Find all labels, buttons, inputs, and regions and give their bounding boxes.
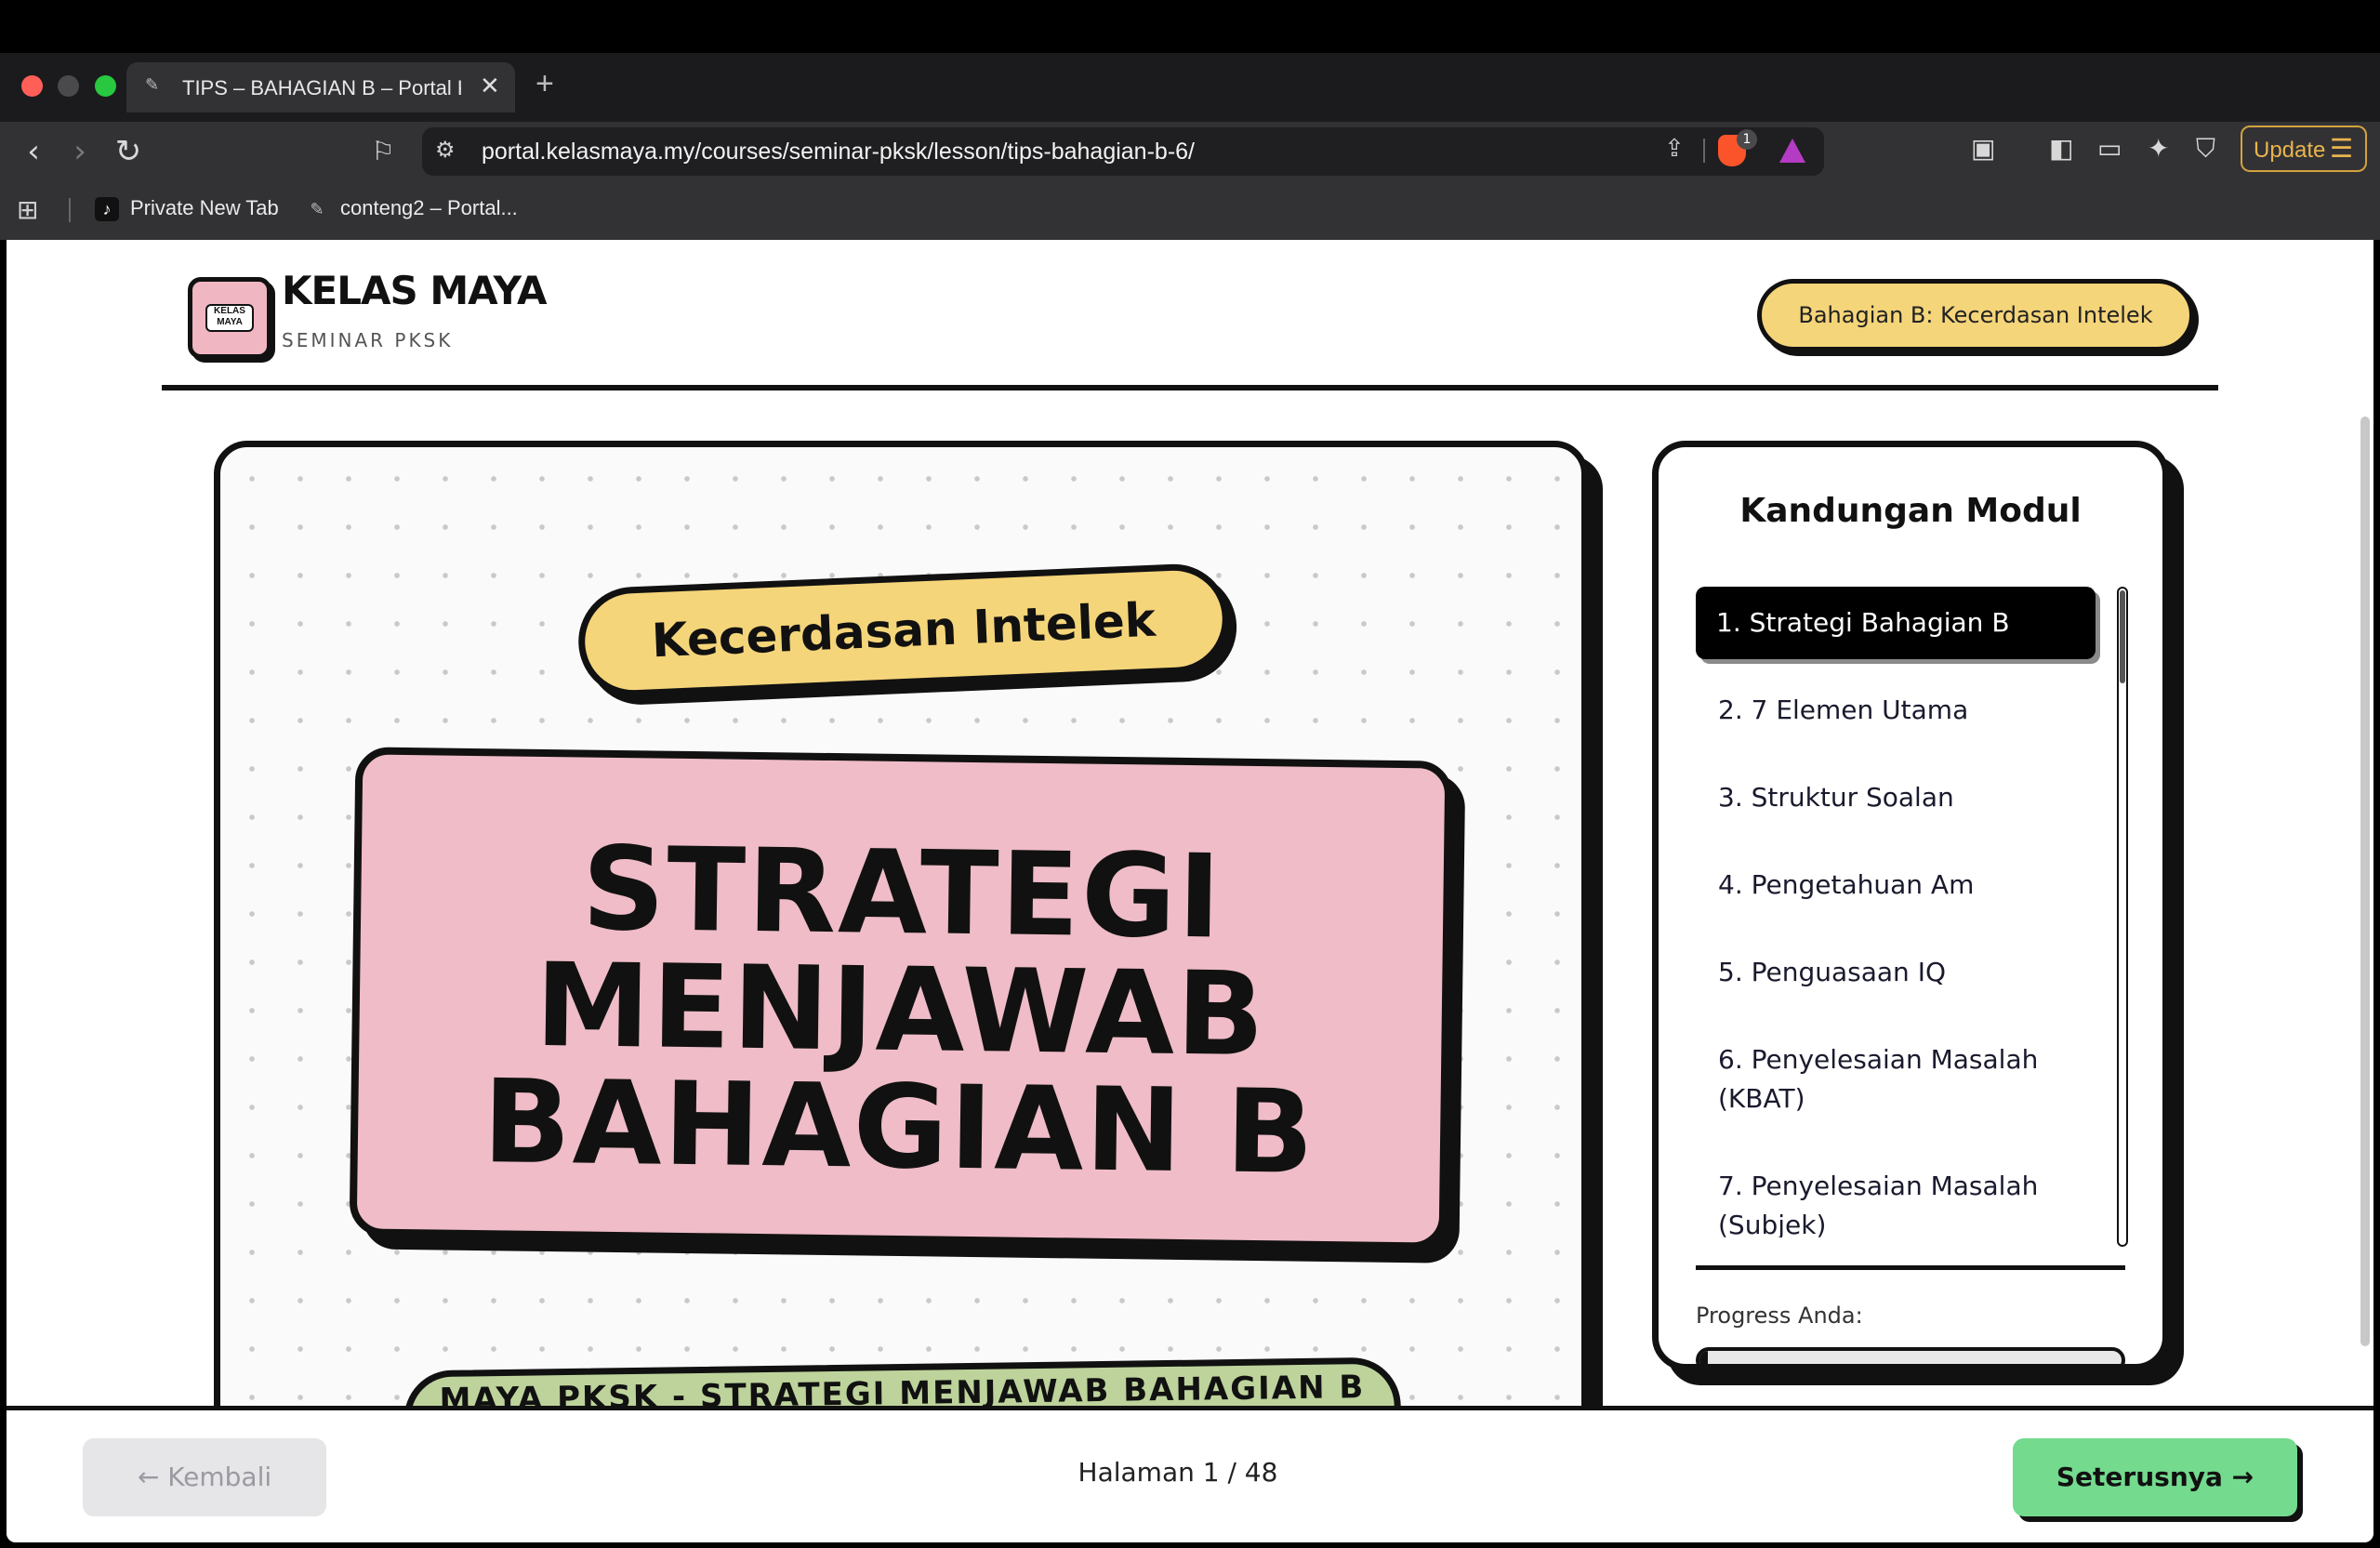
navigation-bar: ‹ › ↻ ⚐ ⚙ portal.kelasmaya.my/courses/se… xyxy=(0,122,2380,181)
wallet-icon[interactable]: ▭ xyxy=(2097,133,2122,164)
minimize-window-button[interactable] xyxy=(58,75,79,97)
kelas-maya-logo[interactable]: KELAS MAYA xyxy=(188,277,271,359)
toc-item-penguasaan-iq[interactable]: 5. Penguasaan IQ xyxy=(1696,953,2096,992)
module-contents-title: Kandungan Modul xyxy=(1739,492,2082,530)
fullscreen-window-button[interactable] xyxy=(95,75,116,97)
address-bar-divider xyxy=(1703,139,1705,163)
bookmark-label: conteng2 – Portal... xyxy=(340,196,518,219)
bookmark-conteng2[interactable]: ✎ conteng2 – Portal... xyxy=(305,196,518,221)
tab-title: TIPS – BAHAGIAN B – Portal K xyxy=(182,76,461,99)
stamp-icon: ✎ xyxy=(310,200,324,219)
header-divider xyxy=(162,385,2218,390)
lesson-footer: ← Kembali Halaman 1 / 48 Seterusnya → xyxy=(7,1406,2373,1542)
sidebar-toggle-icon[interactable]: ◧ xyxy=(2049,133,2073,164)
reload-icon[interactable]: ↻ xyxy=(108,131,149,172)
active-tab[interactable]: ✎ TIPS – BAHAGIAN B – Portal K ✕ xyxy=(126,62,515,112)
tab-close-icon[interactable]: ✕ xyxy=(480,72,500,100)
progress-label: Progress Anda: xyxy=(1696,1303,1863,1329)
brave-rewards-icon[interactable] xyxy=(1779,139,1805,163)
progress-bar xyxy=(1696,1347,2125,1364)
back-arrow-icon[interactable]: ‹ xyxy=(13,131,54,172)
module-contents-panel: Kandungan Modul 1. Strategi Bahagian B 2… xyxy=(1652,441,2169,1370)
shields-count-badge: 1 xyxy=(1737,129,1757,150)
close-window-button[interactable] xyxy=(21,75,43,97)
url-text[interactable]: portal.kelasmaya.my/courses/seminar-pksk… xyxy=(482,139,1195,165)
brand-subtitle: SEMINAR PKSK xyxy=(282,329,454,351)
toc-scrollbar-thumb[interactable] xyxy=(2120,590,2125,683)
toc-item-penyelesaian-masalah-subjek[interactable]: 7. Penyelesaian Masalah (Subjek) xyxy=(1696,1167,2096,1237)
logo-text: KELAS MAYA xyxy=(205,304,254,332)
address-bar[interactable]: ⚙ portal.kelasmaya.my/courses/seminar-pk… xyxy=(422,127,1824,176)
leo-ai-icon[interactable]: ✦ xyxy=(2148,133,2169,164)
new-tab-button[interactable]: + xyxy=(536,66,554,102)
toc-item-7-elemen-utama[interactable]: 2. 7 Elemen Utama xyxy=(1696,691,2096,730)
topic-pill: Kecerdasan Intelek xyxy=(575,562,1232,699)
browser-chrome: ✎ TIPS – BAHAGIAN B – Portal K ✕ + ‹ › ↻… xyxy=(0,53,2380,240)
os-menu-bar xyxy=(0,0,2380,53)
slide-title-line: BAHAGIAN B xyxy=(482,1055,1316,1200)
slide-card: Kecerdasan Intelek STRATEGI MENJAWAB BAH… xyxy=(214,441,1588,1542)
tab-favicon-icon: ✎ xyxy=(145,75,160,94)
page-scrollbar[interactable] xyxy=(2360,417,2370,1346)
update-label: Update xyxy=(2254,138,2326,163)
toc-item-struktur-soalan[interactable]: 3. Struktur Soalan xyxy=(1696,778,2096,817)
page-indicator: Halaman 1 / 48 xyxy=(1078,1457,1278,1488)
bookmarks-bar: ⊞ ♪ Private New Tab ✎ conteng2 – Portal... xyxy=(0,181,2380,240)
module-contents-list[interactable]: 1. Strategi Bahagian B 2. 7 Elemen Utama… xyxy=(1696,587,2105,1237)
vpn-shield-icon[interactable]: ⛉ xyxy=(2196,133,2215,165)
bookmark-private-new-tab[interactable]: ♪ Private New Tab xyxy=(95,196,279,222)
toc-scrollbar[interactable] xyxy=(2117,587,2128,1247)
reader-mode-icon[interactable]: ▣ xyxy=(1971,133,1995,164)
brand-name[interactable]: KELAS MAYA xyxy=(282,268,548,313)
tiktok-icon: ♪ xyxy=(95,197,119,222)
update-button[interactable]: Update ☰ xyxy=(2241,126,2367,172)
toc-item-penyelesaian-masalah-kbat[interactable]: 6. Penyelesaian Masalah (KBAT) xyxy=(1696,1040,2096,1118)
next-button[interactable]: Seterusnya → xyxy=(2013,1438,2297,1516)
toc-item-pengetahuan-am[interactable]: 4. Pengetahuan Am xyxy=(1696,866,2096,905)
progress-bar-fill xyxy=(1699,1351,1709,1364)
progress-divider xyxy=(1696,1265,2125,1270)
forward-arrow-icon[interactable]: › xyxy=(60,131,100,172)
site-settings-icon[interactable]: ⚙ xyxy=(435,137,456,163)
slide-title-box: STRATEGI MENJAWAB BAHAGIAN B xyxy=(349,747,1453,1250)
menu-icon: ☰ xyxy=(2330,134,2354,163)
bookmarks-divider xyxy=(69,198,71,222)
bookmark-label: Private New Tab xyxy=(130,196,279,219)
tab-strip: ✎ TIPS – BAHAGIAN B – Portal K ✕ + xyxy=(0,53,2380,122)
section-badge: Bahagian B: Kecerdasan Intelek xyxy=(1757,279,2194,351)
back-button[interactable]: ← Kembali xyxy=(83,1438,326,1516)
web-page: KELAS MAYA KELAS MAYA SEMINAR PKSK Bahag… xyxy=(7,240,2373,1542)
share-icon[interactable]: ⇪ xyxy=(1664,135,1685,163)
apps-grid-icon[interactable]: ⊞ xyxy=(17,194,38,225)
bookmark-icon[interactable]: ⚐ xyxy=(363,131,403,172)
toc-item-strategi-bahagian-b[interactable]: 1. Strategi Bahagian B xyxy=(1696,587,2096,659)
